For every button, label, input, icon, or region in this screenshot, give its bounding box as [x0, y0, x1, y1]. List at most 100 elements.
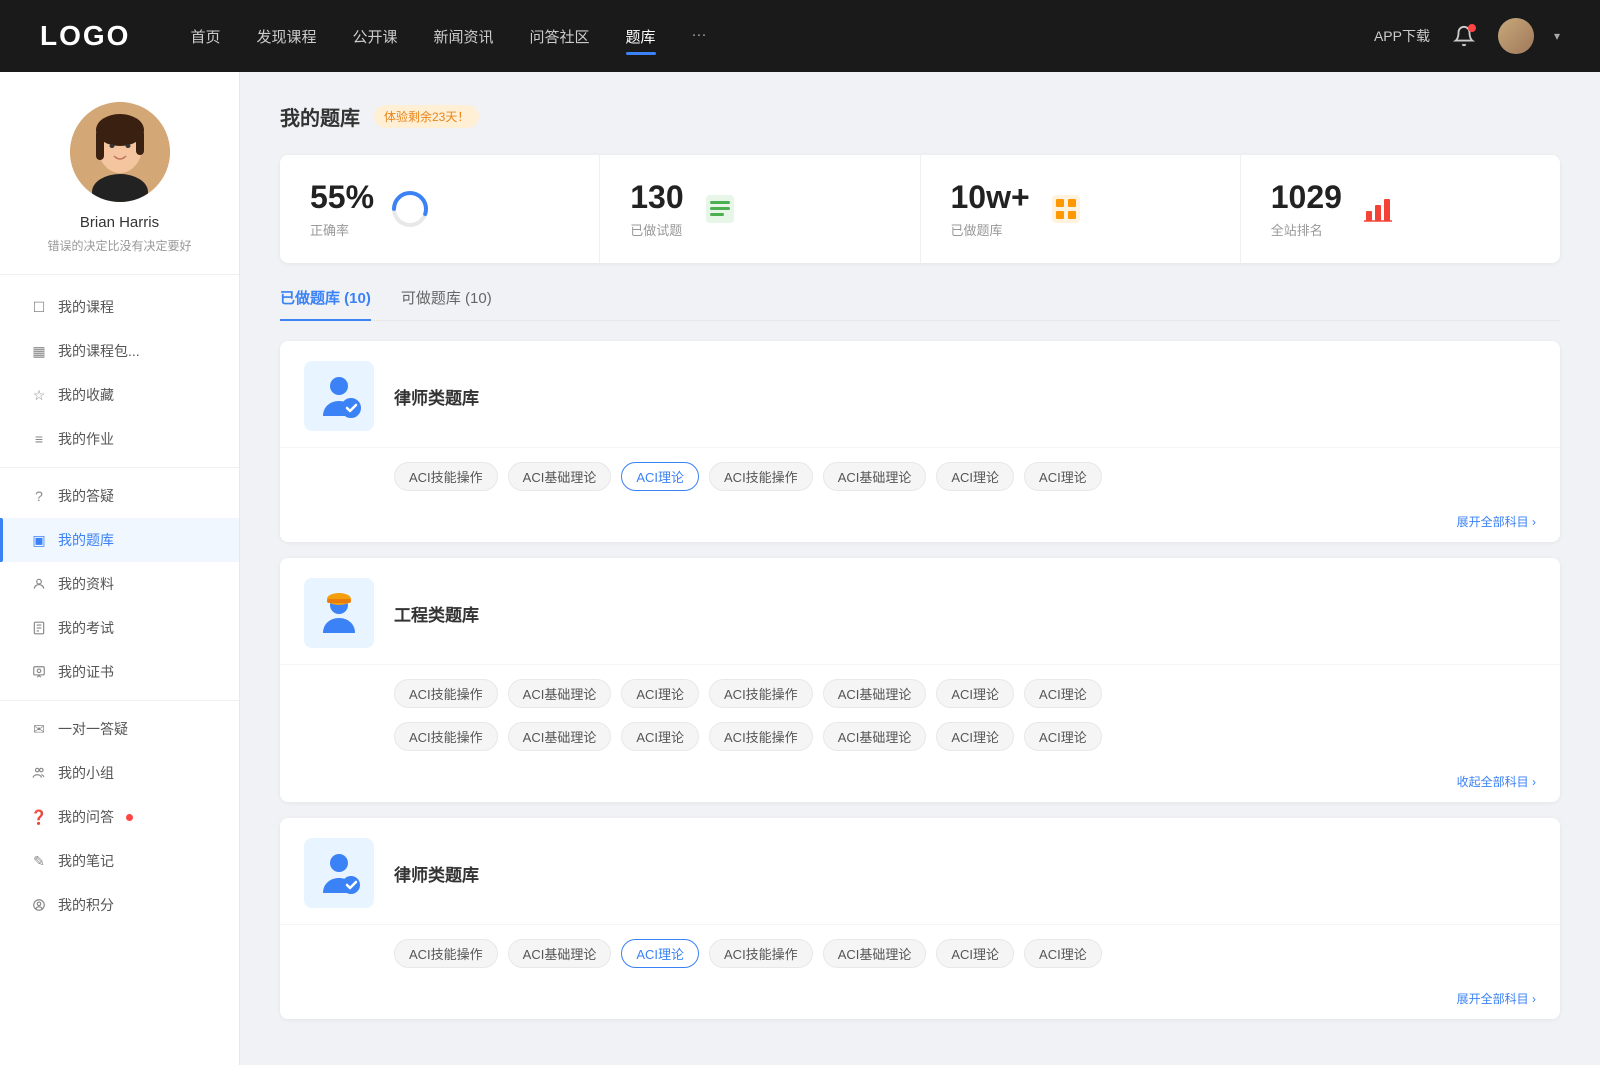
avatar-image — [1498, 18, 1534, 54]
bank-card-lawyer-1: 律师类题库 ACI技能操作 ACI基础理论 ACI理论 ACI技能操作 ACI基… — [280, 341, 1560, 542]
tag-2-2[interactable]: ACI理论 — [621, 679, 699, 708]
tag-1-1[interactable]: ACI基础理论 — [508, 462, 612, 491]
stat-done-questions-number: 130 — [630, 179, 683, 216]
tag-2-r2-1[interactable]: ACI基础理论 — [508, 722, 612, 751]
sidebar-divider-1 — [0, 467, 239, 468]
tag-2-r2-0[interactable]: ACI技能操作 — [394, 722, 498, 751]
stat-accuracy-number: 55% — [310, 179, 374, 216]
notes-icon: ✎ — [30, 852, 48, 870]
tag-2-r2-4[interactable]: ACI基础理论 — [823, 722, 927, 751]
sidebar-item-points[interactable]: 我的积分 — [0, 883, 239, 927]
tag-1-4[interactable]: ACI基础理论 — [823, 462, 927, 491]
tag-3-3[interactable]: ACI技能操作 — [709, 939, 813, 968]
sidebar-item-my-group[interactable]: 我的小组 — [0, 751, 239, 795]
navbar-links: 首页 发现课程 公开课 新闻资讯 问答社区 题库 ··· — [190, 22, 1374, 51]
bank-icon-lawyer-1 — [304, 361, 374, 431]
sidebar-avatar — [70, 102, 170, 202]
sidebar-item-notes[interactable]: ✎ 我的笔记 — [0, 839, 239, 883]
bank-card-2-collapse[interactable]: 收起全部科目 › — [280, 765, 1560, 802]
sidebar-user-name: Brian Harris — [80, 214, 159, 231]
sidebar-item-course-packages[interactable]: ▦ 我的课程包... — [0, 329, 239, 373]
stats-row: 55% 正确率 130 已做试题 — [280, 155, 1560, 263]
tag-3-1[interactable]: ACI基础理论 — [508, 939, 612, 968]
points-icon — [30, 896, 48, 914]
sidebar: Brian Harris 错误的决定比没有决定要好 ☐ 我的课程 ▦ 我的课程包… — [0, 72, 240, 1065]
tag-2-r2-5[interactable]: ACI理论 — [936, 722, 1014, 751]
tag-2-0[interactable]: ACI技能操作 — [394, 679, 498, 708]
sidebar-item-homework[interactable]: ≡ 我的作业 — [0, 417, 239, 461]
tab-available-banks[interactable]: 可做题库 (10) — [401, 287, 492, 320]
tag-2-5[interactable]: ACI理论 — [936, 679, 1014, 708]
navbar: LOGO 首页 发现课程 公开课 新闻资讯 问答社区 题库 ··· APP下载 … — [0, 0, 1600, 72]
tag-3-5[interactable]: ACI理论 — [936, 939, 1014, 968]
stat-accuracy-label: 正确率 — [310, 220, 374, 239]
tag-1-5[interactable]: ACI理论 — [936, 462, 1014, 491]
bank-card-1-tags: ACI技能操作 ACI基础理论 ACI理论 ACI技能操作 ACI基础理论 AC… — [280, 448, 1560, 505]
stat-accuracy: 55% 正确率 — [280, 155, 600, 263]
tag-2-r2-3[interactable]: ACI技能操作 — [709, 722, 813, 751]
sidebar-item-question-bank[interactable]: ▣ 我的题库 — [0, 518, 239, 562]
bank-card-3-title: 律师类题库 — [394, 861, 479, 886]
list-stat-icon — [700, 189, 740, 229]
stat-ranking-label: 全站排名 — [1271, 220, 1342, 239]
tag-2-r2-2[interactable]: ACI理论 — [621, 722, 699, 751]
exam-icon — [30, 619, 48, 637]
qa-icon: ? — [30, 487, 48, 505]
tag-3-2[interactable]: ACI理论 — [621, 939, 699, 968]
sidebar-item-certificate[interactable]: 我的证书 — [0, 650, 239, 694]
nav-question-bank[interactable]: 题库 — [626, 22, 656, 51]
accuracy-chart-icon — [390, 189, 430, 229]
tag-3-0[interactable]: ACI技能操作 — [394, 939, 498, 968]
sidebar-item-favorites[interactable]: ☆ 我的收藏 — [0, 373, 239, 417]
nav-news[interactable]: 新闻资讯 — [434, 22, 494, 51]
nav-qa[interactable]: 问答社区 — [530, 22, 590, 51]
bank-icon-lawyer-2 — [304, 838, 374, 908]
sidebar-item-qa[interactable]: ? 我的答疑 — [0, 474, 239, 518]
bank-card-3-header: 律师类题库 — [280, 818, 1560, 925]
tag-2-3[interactable]: ACI技能操作 — [709, 679, 813, 708]
sidebar-item-profile[interactable]: 我的资料 — [0, 562, 239, 606]
bank-card-3-tags: ACI技能操作 ACI基础理论 ACI理论 ACI技能操作 ACI基础理论 AC… — [280, 925, 1560, 982]
bar-chart-stat-icon — [1358, 189, 1398, 229]
homework-icon: ≡ — [30, 430, 48, 448]
notification-dot — [1468, 24, 1476, 32]
nav-open-course[interactable]: 公开课 — [352, 22, 397, 51]
tag-2-6[interactable]: ACI理论 — [1024, 679, 1102, 708]
tag-3-4[interactable]: ACI基础理论 — [823, 939, 927, 968]
sidebar-item-one-on-one[interactable]: ✉ 一对一答疑 — [0, 707, 239, 751]
my-group-icon — [30, 764, 48, 782]
tab-done-banks[interactable]: 已做题库 (10) — [280, 287, 371, 320]
notification-bell[interactable] — [1450, 22, 1478, 50]
tag-1-6[interactable]: ACI理论 — [1024, 462, 1102, 491]
user-menu-chevron[interactable]: ▾ — [1554, 29, 1560, 43]
nav-discover[interactable]: 发现课程 — [256, 22, 316, 51]
certificate-icon — [30, 663, 48, 681]
navbar-logo: LOGO — [40, 20, 130, 52]
sidebar-item-my-courses[interactable]: ☐ 我的课程 — [0, 285, 239, 329]
tag-1-3[interactable]: ACI技能操作 — [709, 462, 813, 491]
bank-card-1-expand[interactable]: 展开全部科目 › — [280, 505, 1560, 542]
stat-done-questions: 130 已做试题 — [600, 155, 920, 263]
tag-2-4[interactable]: ACI基础理论 — [823, 679, 927, 708]
question-badge — [126, 814, 133, 821]
app-download-button[interactable]: APP下载 — [1374, 26, 1430, 46]
grid-stat-icon — [1046, 189, 1086, 229]
bank-card-1-header: 律师类题库 — [280, 341, 1560, 448]
sidebar-menu: ☐ 我的课程 ▦ 我的课程包... ☆ 我的收藏 ≡ 我的作业 ? 我的答疑 ▣ — [0, 285, 239, 927]
nav-home[interactable]: 首页 — [190, 22, 220, 51]
user-avatar[interactable] — [1498, 18, 1534, 54]
tag-2-r2-6[interactable]: ACI理论 — [1024, 722, 1102, 751]
stat-ranking-number: 1029 — [1271, 179, 1342, 216]
tag-2-1[interactable]: ACI基础理论 — [508, 679, 612, 708]
stat-ranking: 1029 全站排名 — [1241, 155, 1560, 263]
stat-done-banks-label: 已做题库 — [951, 220, 1030, 239]
tag-1-0[interactable]: ACI技能操作 — [394, 462, 498, 491]
tag-3-6[interactable]: ACI理论 — [1024, 939, 1102, 968]
question-bank-icon: ▣ — [30, 531, 48, 549]
bank-card-2-header: 工程类题库 — [280, 558, 1560, 665]
bank-card-3-expand[interactable]: 展开全部科目 › — [280, 982, 1560, 1019]
sidebar-item-my-questions[interactable]: ❓ 我的问答 — [0, 795, 239, 839]
tag-1-2[interactable]: ACI理论 — [621, 462, 699, 491]
nav-more[interactable]: ··· — [692, 22, 707, 51]
sidebar-item-exam[interactable]: 我的考试 — [0, 606, 239, 650]
